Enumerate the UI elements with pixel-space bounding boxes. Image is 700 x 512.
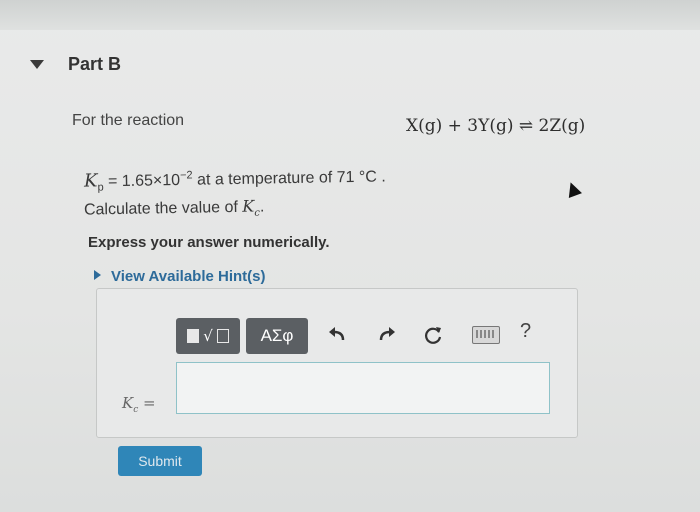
kc-input-label: Kc = [122, 394, 156, 415]
kp-temperature: at a temperature of 71 °C . [192, 168, 386, 189]
calculate-statement: Calculate the value of Kc. [84, 196, 265, 221]
submit-button[interactable]: Submit [118, 446, 202, 476]
radical-icon: √ [203, 327, 213, 345]
keyboard-icon[interactable] [472, 326, 500, 344]
templates-button[interactable]: √ [176, 318, 240, 354]
top-strip [0, 0, 700, 30]
kc-label-equals: = [138, 394, 156, 412]
box-icon [216, 329, 229, 343]
reaction-label: For the reaction [72, 112, 185, 129]
kc-answer-input[interactable] [176, 362, 550, 414]
undo-icon[interactable] [324, 322, 350, 348]
mouse-cursor-icon [564, 180, 582, 198]
kp-value: = 1.65×10 [103, 171, 181, 191]
reset-icon[interactable] [420, 322, 446, 348]
view-hints-label: View Available Hint(s) [111, 268, 266, 285]
calculate-text: Calculate the value of [83, 198, 243, 219]
kp-symbol: K [83, 170, 98, 192]
kp-statement: Kp = 1.65×10−2 at a temperature of 71 °C… [84, 165, 386, 193]
kc-symbol: K [242, 196, 255, 216]
help-icon[interactable]: ? [520, 320, 531, 343]
expand-triangle-icon [94, 270, 101, 280]
reaction-equation: X(g) + 3Y(g) ⇌ 2Z(g) [406, 116, 586, 136]
greek-button[interactable]: ΑΣφ [246, 318, 308, 354]
kp-exponent: −2 [179, 169, 193, 182]
kc-label-symbol: K [122, 394, 134, 412]
calculate-end: . [259, 198, 265, 216]
collapse-arrow-icon[interactable] [30, 60, 44, 69]
part-title: Part B [68, 54, 122, 74]
answer-instruction: Express your answer numerically. [88, 234, 330, 251]
math-toolbar: √ ΑΣφ ? [176, 318, 552, 358]
redo-icon[interactable] [374, 322, 400, 348]
view-hints-link[interactable]: View Available Hint(s) [94, 268, 266, 285]
templates-icon [187, 329, 200, 343]
